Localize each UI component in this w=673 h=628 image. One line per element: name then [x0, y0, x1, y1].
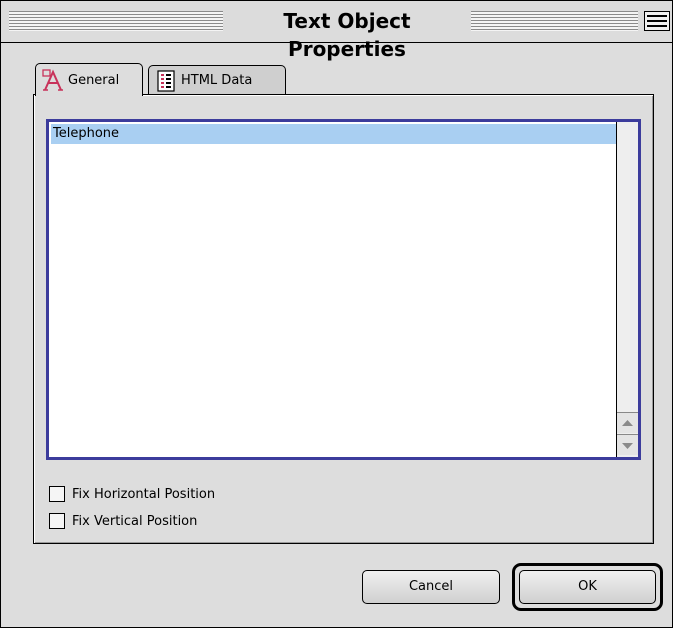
cancel-button[interactable]: Cancel [362, 570, 500, 604]
window-title: Text Object Properties [223, 7, 471, 61]
tab-html-data-label: HTML Data [181, 73, 253, 88]
title-bar-stripes-left [9, 11, 223, 31]
fix-horizontal-option[interactable]: Fix Horizontal Position [49, 485, 215, 503]
arrow-up-icon [622, 420, 633, 426]
fix-vertical-option[interactable]: Fix Vertical Position [49, 512, 197, 530]
html-document-icon [155, 69, 177, 92]
ok-button[interactable]: OK [519, 570, 656, 604]
vertical-scrollbar[interactable] [616, 122, 638, 457]
tab-general-label: General [68, 72, 120, 88]
arrow-down-icon [622, 443, 633, 449]
list-item[interactable]: Telephone [51, 124, 616, 144]
object-list[interactable]: Telephone [46, 119, 641, 460]
fix-horizontal-checkbox[interactable] [49, 486, 65, 502]
fix-vertical-label: Fix Vertical Position [72, 513, 198, 529]
tab-general[interactable]: General [35, 63, 143, 96]
scroll-up-arrow[interactable] [617, 412, 638, 433]
text-tool-icon [42, 69, 64, 91]
fix-horizontal-label: Fix Horizontal Position [72, 486, 216, 502]
title-bar-stripes-right [471, 11, 638, 31]
title-bar[interactable]: Text Object Properties [1, 1, 672, 61]
windowshade-icon[interactable] [644, 11, 670, 31]
dialog-window: Text Object Properties General HTML Data… [0, 0, 673, 628]
scroll-down-arrow[interactable] [617, 434, 638, 455]
tab-html-data[interactable]: HTML Data [148, 65, 286, 95]
fix-vertical-checkbox[interactable] [49, 513, 65, 529]
